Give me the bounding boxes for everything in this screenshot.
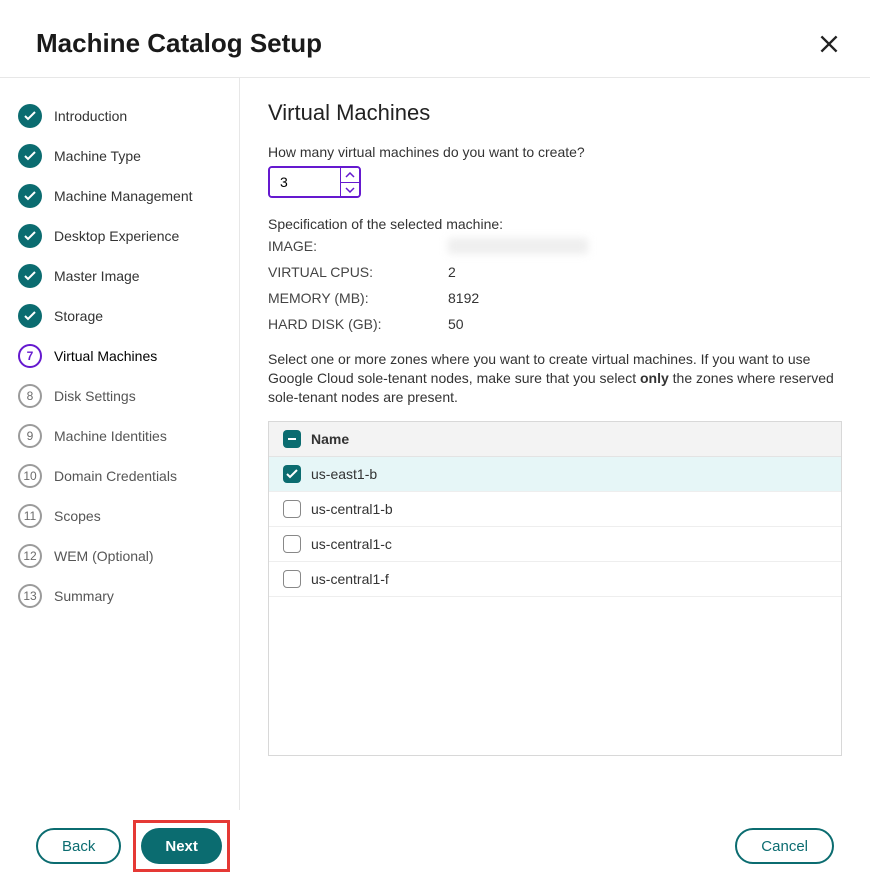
sidebar-step-disk-settings[interactable]: 8 Disk Settings bbox=[18, 376, 239, 416]
vm-count-question: How many virtual machines do you want to… bbox=[268, 144, 842, 160]
stepper-buttons bbox=[340, 168, 359, 196]
zone-name: us-central1-f bbox=[311, 571, 389, 587]
step-label: Storage bbox=[54, 308, 103, 324]
zone-checkbox[interactable] bbox=[283, 535, 301, 553]
step-label: Scopes bbox=[54, 508, 101, 524]
sidebar-step-introduction[interactable]: Introduction bbox=[18, 96, 239, 136]
step-label: Disk Settings bbox=[54, 388, 136, 404]
step-label: Machine Management bbox=[54, 188, 193, 204]
zone-row[interactable]: us-central1-f bbox=[269, 562, 841, 597]
sidebar-step-master-image[interactable]: Master Image bbox=[18, 256, 239, 296]
dialog-title: Machine Catalog Setup bbox=[36, 28, 322, 59]
zone-table: Name us-east1-b us-central1-b us-central1-… bbox=[268, 421, 842, 756]
spec-mem-val: 8192 bbox=[448, 290, 842, 306]
cancel-button[interactable]: Cancel bbox=[735, 828, 834, 864]
zone-header-name: Name bbox=[311, 431, 349, 447]
wizard-sidebar: Introduction Machine Type Machine Manageme… bbox=[0, 78, 240, 810]
spec-disk-key: HARD DISK (GB): bbox=[268, 316, 448, 332]
step-number-icon: 12 bbox=[18, 544, 42, 568]
spec-heading: Specification of the selected machine: bbox=[268, 216, 842, 232]
zone-name: us-central1-c bbox=[311, 536, 392, 552]
zone-checkbox[interactable] bbox=[283, 500, 301, 518]
sidebar-step-desktop-experience[interactable]: Desktop Experience bbox=[18, 216, 239, 256]
check-icon bbox=[18, 264, 42, 288]
step-label: Virtual Machines bbox=[54, 348, 157, 364]
step-label: Summary bbox=[54, 588, 114, 604]
sidebar-step-storage[interactable]: Storage bbox=[18, 296, 239, 336]
zone-checkbox[interactable] bbox=[283, 465, 301, 483]
step-label: Master Image bbox=[54, 268, 140, 284]
dialog-header: Machine Catalog Setup bbox=[0, 0, 870, 77]
spec-disk-val: 50 bbox=[448, 316, 842, 332]
dialog-body: Introduction Machine Type Machine Manageme… bbox=[0, 78, 870, 810]
sidebar-step-machine-identities[interactable]: 9 Machine Identities bbox=[18, 416, 239, 456]
spec-vcpu-val: 2 bbox=[448, 264, 842, 280]
sidebar-step-machine-type[interactable]: Machine Type bbox=[18, 136, 239, 176]
spec-image-val bbox=[448, 238, 842, 254]
spec-image-key: IMAGE: bbox=[268, 238, 448, 254]
step-number-icon: 8 bbox=[18, 384, 42, 408]
redacted-image-name bbox=[448, 238, 588, 254]
step-number-icon: 9 bbox=[18, 424, 42, 448]
zone-checkbox[interactable] bbox=[283, 570, 301, 588]
step-number-icon: 10 bbox=[18, 464, 42, 488]
step-label: WEM (Optional) bbox=[54, 548, 154, 564]
wizard-content: Virtual Machines How many virtual machin… bbox=[240, 78, 870, 810]
page-heading: Virtual Machines bbox=[268, 100, 842, 126]
sidebar-step-machine-management[interactable]: Machine Management bbox=[18, 176, 239, 216]
next-button[interactable]: Next bbox=[141, 828, 222, 864]
instr-bold: only bbox=[640, 370, 669, 386]
zone-name: us-central1-b bbox=[311, 501, 393, 517]
vm-count-stepper bbox=[268, 166, 361, 198]
back-button[interactable]: Back bbox=[36, 828, 121, 864]
sidebar-step-wem-optional-[interactable]: 12 WEM (Optional) bbox=[18, 536, 239, 576]
close-icon[interactable] bbox=[816, 31, 842, 57]
vm-count-input[interactable] bbox=[270, 168, 340, 196]
next-highlight-box: Next bbox=[133, 820, 230, 872]
check-icon bbox=[18, 184, 42, 208]
step-up-button[interactable] bbox=[341, 168, 359, 182]
wizard-window: Machine Catalog Setup Introduction Machin… bbox=[0, 0, 870, 884]
step-label: Introduction bbox=[54, 108, 127, 124]
step-label: Machine Type bbox=[54, 148, 141, 164]
check-icon bbox=[18, 104, 42, 128]
spec-mem-key: MEMORY (MB): bbox=[268, 290, 448, 306]
select-all-checkbox[interactable] bbox=[283, 430, 301, 448]
spec-grid: IMAGE: VIRTUAL CPUS: 2 MEMORY (MB): 8192… bbox=[268, 238, 842, 332]
step-label: Machine Identities bbox=[54, 428, 167, 444]
step-label: Domain Credentials bbox=[54, 468, 177, 484]
dialog-footer: Back Next Cancel bbox=[0, 808, 870, 884]
zone-name: us-east1-b bbox=[311, 466, 377, 482]
sidebar-step-summary[interactable]: 13 Summary bbox=[18, 576, 239, 616]
zone-row[interactable]: us-central1-c bbox=[269, 527, 841, 562]
check-icon bbox=[18, 304, 42, 328]
step-label: Desktop Experience bbox=[54, 228, 179, 244]
sidebar-step-virtual-machines[interactable]: 7 Virtual Machines bbox=[18, 336, 239, 376]
zone-row[interactable]: us-east1-b bbox=[269, 457, 841, 492]
zone-instructions: Select one or more zones where you want … bbox=[268, 350, 842, 407]
sidebar-step-scopes[interactable]: 11 Scopes bbox=[18, 496, 239, 536]
zone-row[interactable]: us-central1-b bbox=[269, 492, 841, 527]
step-number-icon: 7 bbox=[18, 344, 42, 368]
step-number-icon: 11 bbox=[18, 504, 42, 528]
check-icon bbox=[18, 144, 42, 168]
sidebar-step-domain-credentials[interactable]: 10 Domain Credentials bbox=[18, 456, 239, 496]
step-down-button[interactable] bbox=[341, 182, 359, 196]
zone-table-header: Name bbox=[269, 422, 841, 457]
spec-vcpu-key: VIRTUAL CPUS: bbox=[268, 264, 448, 280]
step-number-icon: 13 bbox=[18, 584, 42, 608]
check-icon bbox=[18, 224, 42, 248]
